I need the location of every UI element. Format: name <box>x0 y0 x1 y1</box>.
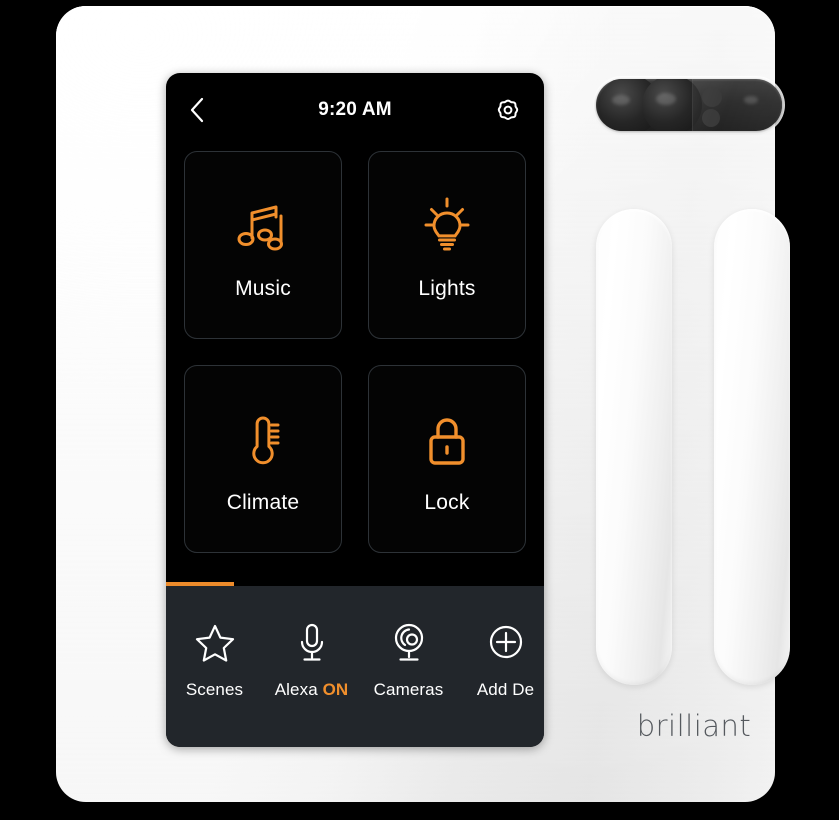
nav-item-scenes[interactable]: Scenes <box>166 620 263 700</box>
thermometer-icon <box>232 403 294 477</box>
nav-item-alexa[interactable]: Alexa ON <box>263 620 360 700</box>
sensor-glass-panel <box>692 79 782 131</box>
nav-item-cameras[interactable]: Cameras <box>360 620 457 700</box>
nav-item-add-device[interactable]: Add De <box>457 620 544 700</box>
screenshot-root: 9:20 AM Music Lights Climate Lock Scenes… <box>0 0 839 820</box>
brilliant-smart-home-panel: 9:20 AM Music Lights Climate Lock Scenes… <box>56 6 790 802</box>
tile-lock[interactable]: Lock <box>368 365 526 553</box>
screen-header: 9:20 AM <box>166 73 544 146</box>
dimmer-slider-right[interactable] <box>714 209 790 685</box>
settings-button[interactable] <box>492 95 522 125</box>
back-button[interactable] <box>188 95 218 125</box>
device-tile-grid: Music Lights Climate Lock <box>184 151 526 553</box>
microphone-icon <box>290 620 334 666</box>
tile-label: Lock <box>424 491 470 514</box>
touchscreen-display[interactable]: 9:20 AM Music Lights Climate Lock Scenes… <box>166 73 544 747</box>
gear-icon <box>497 99 519 120</box>
tile-label: Climate <box>226 491 300 514</box>
star-icon <box>193 620 237 666</box>
nav-label-cameras: Cameras <box>373 680 444 699</box>
tile-label: Lights <box>418 277 476 300</box>
camera-icon <box>387 620 431 666</box>
tile-lights[interactable]: Lights <box>368 151 526 339</box>
tile-climate[interactable]: Climate <box>184 365 342 553</box>
nav-label-alexa: Alexa ON <box>275 680 349 700</box>
brilliant-logo: brilliant <box>636 709 752 743</box>
bottom-navigation-bar: Scenes Alexa ON Cameras Add De <box>166 586 544 747</box>
padlock-icon <box>416 403 478 477</box>
sensor-highlight <box>744 96 758 104</box>
nav-label-add-device: Add De <box>476 680 535 699</box>
chevron-left-icon <box>190 97 204 122</box>
music-note-icon <box>232 189 294 263</box>
dimmer-slider-left[interactable] <box>596 209 672 685</box>
alexa-status-badge: ON <box>322 680 349 699</box>
camera-sensor-module[interactable] <box>596 79 782 131</box>
tile-label: Music <box>235 277 291 300</box>
lens-highlight-left <box>612 95 630 105</box>
plus-circle-icon <box>484 620 528 666</box>
lens-highlight-right <box>656 93 676 105</box>
nav-label-scenes: Scenes <box>185 680 244 699</box>
clock-time: 9:20 AM <box>318 98 392 120</box>
tile-music[interactable]: Music <box>184 151 342 339</box>
light-bulb-icon <box>416 189 478 263</box>
nav-label-alexa-text: Alexa <box>274 680 318 699</box>
